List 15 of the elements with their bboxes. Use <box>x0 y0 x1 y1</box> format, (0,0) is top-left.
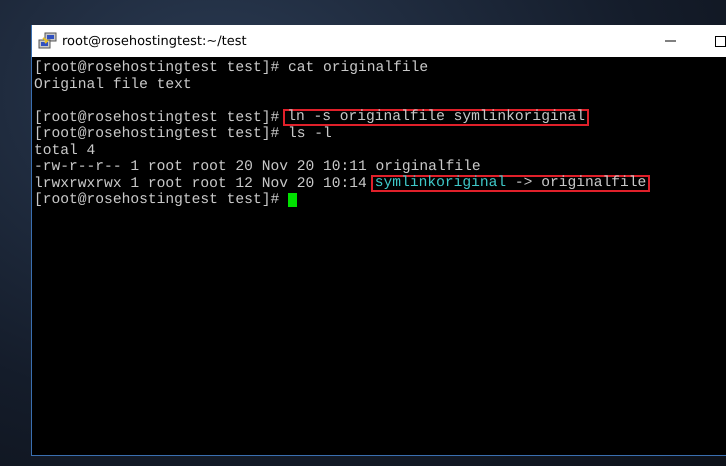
symlink-name: symlinkoriginal <box>374 177 506 190</box>
terminal-text: -rw-r--r-- 1 root root 20 Nov 20 10:11 originalfile <box>34 159 481 175</box>
terminal-text: lrwxrwxrwx 1 root root 12 Nov 20 10:14 <box>34 176 367 192</box>
terminal-text: [root@rosehostingtest test]# cat originalfile <box>34 60 428 76</box>
maximize-icon <box>714 36 726 46</box>
terminal-text: [root@rosehostingtest test]# <box>34 110 280 126</box>
window-title: root@rosehostingtest:~/test <box>62 34 247 48</box>
terminal-text: -> originalfile <box>514 177 646 190</box>
computers-icon <box>38 32 58 50</box>
terminal-text: [root@rosehostingtest test]# <box>34 192 280 208</box>
terminal-text: Original file text <box>34 76 192 93</box>
terminal-text: total 4 <box>34 142 96 159</box>
terminal-text: [root@rosehostingtest test]# ls -l <box>34 126 332 142</box>
minimize-icon <box>664 40 676 42</box>
terminal-text: ln -s originalfile symlinkoriginal <box>287 111 585 124</box>
